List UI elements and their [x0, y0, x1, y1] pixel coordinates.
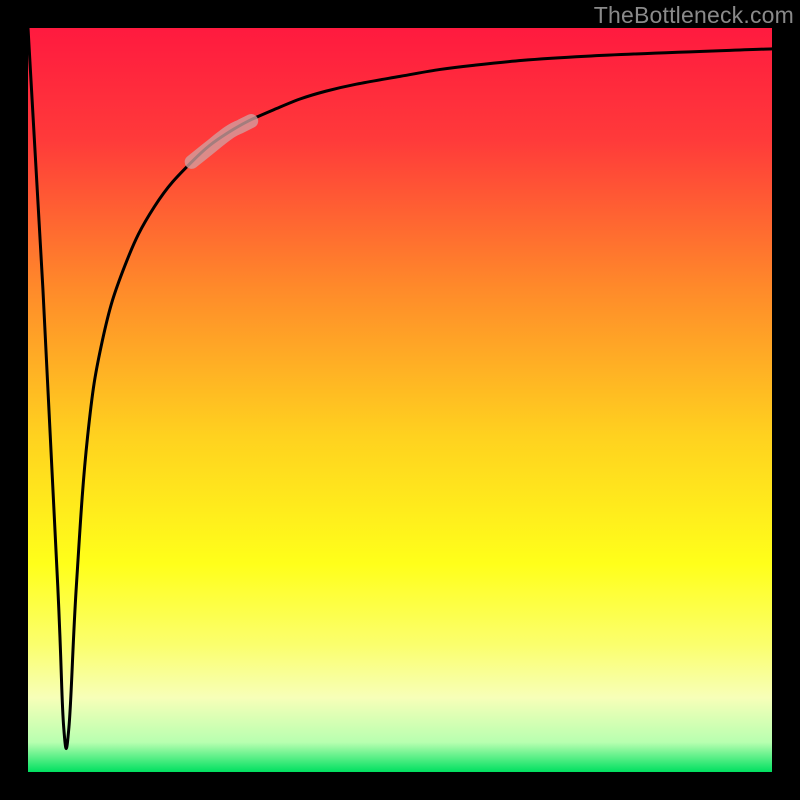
curve-highlight-segment	[192, 121, 252, 162]
watermark-text: TheBottleneck.com	[594, 2, 794, 29]
chart-frame: TheBottleneck.com	[0, 0, 800, 800]
plot-area	[28, 28, 772, 772]
curve-layer	[28, 28, 772, 772]
bottleneck-curve	[28, 28, 772, 749]
